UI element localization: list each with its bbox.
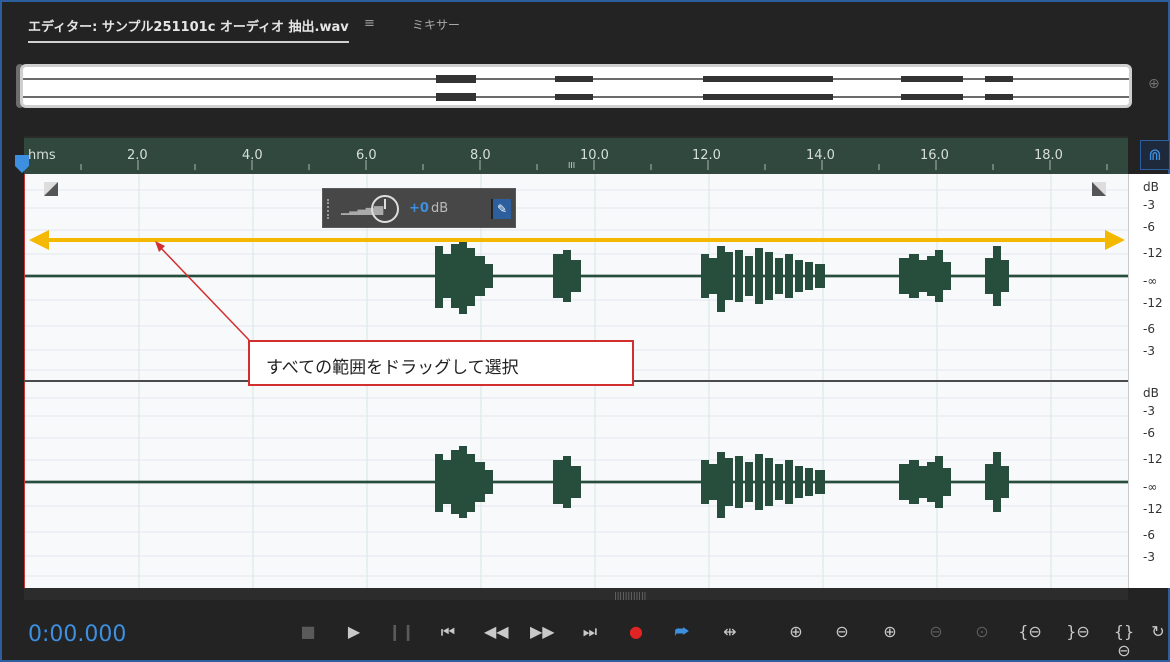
db-label: -12: [1143, 502, 1163, 516]
stop-icon[interactable]: ■: [296, 622, 320, 641]
editor-window: エディター: サンプル251101c オーディオ 抽出.wav ≡ ミキサー ⊕…: [0, 0, 1170, 662]
db-label: -12: [1143, 452, 1163, 466]
skip-selection-icon[interactable]: ⇹: [718, 622, 742, 641]
db-label: -6: [1143, 322, 1155, 336]
skip-start-icon[interactable]: ⏮: [436, 622, 460, 642]
volume-hud: ▁▂▃▄▅ +0 dB ✎: [322, 188, 516, 228]
skip-end-icon[interactable]: ⏭: [578, 622, 602, 642]
db-label: -∞: [1143, 274, 1158, 288]
pin-icon[interactable]: ✎: [491, 199, 511, 219]
zoom-out-time-icon[interactable]: ⊖: [924, 622, 948, 641]
zoom-in-right-icon[interactable]: }⊖: [1066, 622, 1090, 641]
timecode-display[interactable]: 0:00.000: [28, 622, 126, 647]
rewind-icon[interactable]: ◀◀: [484, 622, 509, 641]
volume-knob[interactable]: [371, 195, 399, 223]
svg-text:III: III: [568, 161, 575, 170]
db-label: -6: [1143, 528, 1155, 542]
loop-icon[interactable]: ⮫: [670, 622, 694, 642]
overview-navigator[interactable]: [20, 64, 1132, 108]
zoom-selection-icon[interactable]: {}⊖: [1112, 622, 1136, 660]
playhead-marker[interactable]: [14, 154, 30, 174]
pause-icon[interactable]: ❙❙: [388, 622, 415, 641]
db-label: -12: [1143, 296, 1163, 310]
volume-value[interactable]: +0: [409, 201, 429, 216]
overview-waveform: [23, 75, 1129, 101]
zoom-out-full-icon[interactable]: ⊙: [970, 622, 994, 641]
selection-arrow: [29, 230, 1125, 250]
callout-text: すべての範囲をドラッグして選択: [266, 358, 519, 378]
zoom-navigator-icon[interactable]: ⊕: [1148, 76, 1160, 92]
zoom-out-amplitude-icon[interactable]: ⊖: [830, 622, 854, 641]
db-label: -∞: [1143, 480, 1158, 494]
record-icon[interactable]: ●: [624, 622, 648, 641]
hud-grip-icon[interactable]: [327, 199, 331, 219]
zoom-in-time-icon[interactable]: ⊕: [878, 622, 902, 641]
db-label: -3: [1143, 344, 1155, 358]
horizontal-scrollbar[interactable]: ||||||||||||: [24, 588, 1128, 600]
db-label: dB: [1143, 386, 1159, 400]
ruler-ticks: III: [80, 160, 1108, 170]
db-label: -3: [1143, 550, 1155, 564]
zoom-in-amplitude-icon[interactable]: ⊕: [784, 622, 808, 641]
db-label: -12: [1143, 246, 1163, 260]
transport-bar: 0:00.000 ■ ▶ ❙❙ ⏮ ◀◀ ▶▶ ⏭ ● ⮫ ⇹ ⊕ ⊖ ⊕ ⊖ …: [2, 600, 1168, 660]
db-scale: dB -3 -6 -12 -∞ -12 -6 -3 dB -3 -6 -12 -…: [1128, 174, 1170, 588]
scroll-grip-icon[interactable]: ||||||||||||: [614, 591, 646, 600]
annotation-callout: すべての範囲をドラッグして選択: [248, 340, 634, 386]
tab-editor[interactable]: エディター: サンプル251101c オーディオ 抽出.wav: [28, 16, 349, 43]
reset-zoom-icon[interactable]: ↻: [1146, 622, 1170, 641]
db-label: -3: [1143, 198, 1155, 212]
fade-in-handle-icon[interactable]: [44, 182, 58, 196]
snap-icon[interactable]: ⋒: [1140, 140, 1170, 170]
fast-forward-icon[interactable]: ▶▶: [530, 622, 555, 641]
play-icon[interactable]: ▶: [342, 622, 366, 641]
fade-out-handle-icon[interactable]: [1092, 182, 1106, 196]
tab-mixer[interactable]: ミキサー: [412, 16, 460, 33]
zoom-in-left-icon[interactable]: {⊖: [1018, 622, 1042, 641]
panel-menu-icon[interactable]: ≡: [364, 16, 375, 31]
time-ruler[interactable]: hms 2.0 4.0 6.0 8.0 10.0 12.0 14.0 16.0 …: [24, 136, 1128, 174]
db-label: -3: [1143, 404, 1155, 418]
db-label: -6: [1143, 220, 1155, 234]
volume-unit: dB: [431, 201, 449, 216]
db-label: -6: [1143, 426, 1155, 440]
panel-tabs: エディター: サンプル251101c オーディオ 抽出.wav ≡ ミキサー: [2, 2, 1168, 46]
db-label: dB: [1143, 180, 1159, 194]
